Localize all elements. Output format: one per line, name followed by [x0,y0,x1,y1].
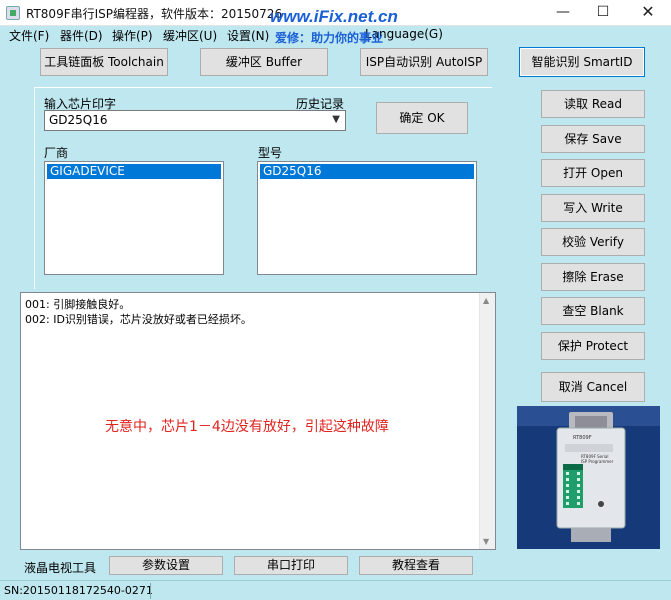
erase-button[interactable]: 擦除 Erase [541,263,645,291]
vendor-list[interactable]: GIGADEVICE [44,161,224,275]
watermark-subtext: 爱修：助力你的事业 [275,31,384,45]
app-icon [6,6,20,20]
model-list-item[interactable]: GD25Q16 [260,164,474,179]
confirm-button[interactable]: 确定 OK [376,102,468,134]
status-divider [150,583,151,599]
cancel-button[interactable]: 取消 Cancel [541,372,645,402]
log-output[interactable]: 001: 引脚接触良好。 002: ID识别错误，芯片没放好或者已经损坏。 无意… [20,292,496,550]
serial-number: SN:20150118172540-0271 [4,584,153,597]
params-button[interactable]: 参数设置 [109,556,223,575]
photo-label-2: ISP Programmer [581,459,614,464]
chip-input-combo[interactable]: GD25Q16 ▼ [44,110,346,131]
serial-print-button[interactable]: 串口打印 [234,556,348,575]
tv-tools-label[interactable]: 液晶电视工具 [24,559,96,576]
smartid-button[interactable]: 智能识别 SmartID [519,47,645,77]
read-button[interactable]: 读取 Read [541,90,645,118]
model-label: 型号 [258,146,283,160]
toolchain-button[interactable]: 工具链面板 Toolchain [40,48,168,76]
chip-input-value: GD25Q16 [49,113,108,127]
scroll-down-icon[interactable]: ▼ [483,537,489,546]
tutorial-button[interactable]: 教程查看 [359,556,473,575]
programmer-device-image: RT809F RT809F Serial ISP Programmer [517,406,660,549]
status-bar: SN:20150118172540-0271 [0,580,671,600]
programmer-photo: RT809F RT809F Serial ISP Programmer [517,406,660,549]
vendor-label: 厂商 [44,146,69,160]
buffer-button[interactable]: 缓冲区 Buffer [200,48,328,76]
scroll-up-icon[interactable]: ▲ [483,296,489,305]
protect-button[interactable]: 保护 Protect [541,332,645,360]
menu-device[interactable]: 器件(D) [60,27,103,44]
chevron-down-icon[interactable]: ▼ [332,114,340,125]
minimize-button[interactable]: — [543,0,583,26]
title-bar: RT809F串行ISP编程器，软件版本：20150726 www.iFix.ne… [0,0,671,26]
menu-file[interactable]: 文件(F) [9,27,49,44]
log-line: 001: 引脚接触良好。 [25,298,131,311]
verify-button[interactable]: 校验 Verify [541,228,645,256]
maximize-button[interactable]: ☐ [583,0,623,26]
svg-text:RT809F: RT809F [573,435,592,441]
log-scrollbar[interactable]: ▲ ▼ [479,293,495,549]
log-annotation: 无意中，芯片1－4边没有放好，引起这种故障 [105,419,389,435]
menu-operate[interactable]: 操作(P) [112,27,153,44]
write-button[interactable]: 写入 Write [541,194,645,222]
vendor-list-item[interactable]: GIGADEVICE [47,164,221,179]
menu-buffer[interactable]: 缓冲区(U) [163,27,217,44]
model-list[interactable]: GD25Q16 [257,161,477,275]
autoisp-button[interactable]: ISP自动识别 AutoISP [360,48,488,76]
save-button[interactable]: 保存 Save [541,125,645,153]
close-button[interactable]: ✕ [625,0,671,26]
menu-settings[interactable]: 设置(N) [227,27,269,44]
window-title: RT809F串行ISP编程器，软件版本：20150726 [26,7,283,21]
open-button[interactable]: 打开 Open [541,159,645,187]
watermark-text: www.iFix.net.cn [270,7,398,26]
log-line: 002: ID识别错误，芯片没放好或者已经损坏。 [25,313,252,326]
blank-button[interactable]: 查空 Blank [541,297,645,325]
